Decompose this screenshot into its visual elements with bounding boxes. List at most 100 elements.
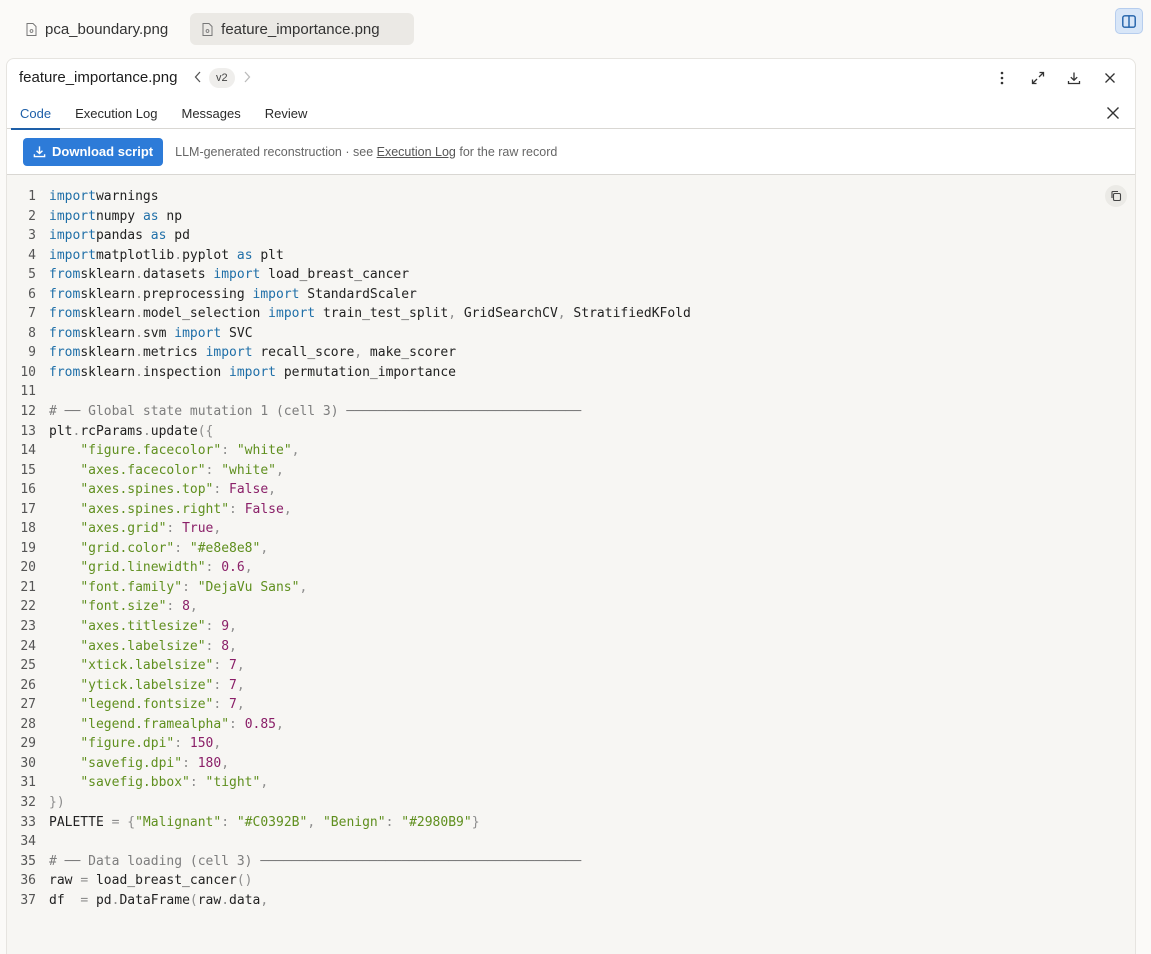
line-number: 3 [28, 228, 36, 244]
panel-header: feature_importance.png v2 [7, 59, 1135, 97]
code-line: 10 fromsklearn.inspection import permutat… [7, 363, 691, 383]
more-options-button[interactable] [991, 67, 1013, 89]
code-text: "figure.facecolor": "white", [80, 443, 300, 459]
artifact-panel: feature_importance.png v2 Code Execution… [6, 58, 1136, 954]
file-tab-pca-boundary[interactable]: pca_boundary.png [14, 13, 180, 45]
copy-code-button[interactable] [1105, 185, 1127, 207]
line-number: 19 [20, 540, 36, 556]
line-number: 4 [28, 247, 36, 263]
code-line: 9 fromsklearn.metrics import recall_score… [7, 343, 691, 363]
close-panel-button[interactable] [1099, 67, 1121, 89]
close-icon [1105, 73, 1115, 83]
code-viewer: 1 importwarnings 2 importnumpy as np 3 import… [7, 175, 1135, 954]
code-text: fromsklearn.metrics import recall_score,… [49, 345, 457, 361]
download-script-label: Download script [52, 144, 154, 159]
code-text: "savefig.bbox": "tight", [80, 775, 269, 791]
line-number: 7 [28, 306, 36, 322]
code-text: # ── Data loading (cell 3) ─────────────… [49, 853, 582, 869]
tab-review[interactable]: Review [256, 97, 317, 129]
line-number: 16 [20, 482, 36, 498]
line-number: 34 [20, 834, 36, 850]
file-icon [26, 22, 37, 36]
code-line: 16 "axes.spines.top": False, [7, 480, 691, 500]
code-text: df = pd.DataFrame(raw.data, [49, 892, 269, 908]
code-text: "legend.framealpha": 0.85, [80, 716, 284, 732]
expand-button[interactable] [1027, 67, 1049, 89]
action-bar: Download script LLM-generated reconstruc… [7, 129, 1135, 175]
file-icon [202, 22, 213, 36]
code-text: importnumpy as np [49, 208, 183, 224]
download-button[interactable] [1063, 67, 1085, 89]
next-version-button[interactable] [241, 67, 253, 92]
code-line: 17 "axes.spines.right": False, [7, 500, 691, 520]
line-number: 29 [20, 736, 36, 752]
line-number: 14 [20, 443, 36, 459]
code-text: "font.size": 8, [80, 599, 198, 615]
code-text: "savefig.dpi": 180, [80, 755, 230, 771]
note-suffix: for the raw record [459, 144, 558, 159]
chevron-right-icon [244, 71, 251, 83]
code-text: "figure.dpi": 150, [80, 736, 222, 752]
code-text: fromsklearn.preprocessing import Standar… [49, 286, 417, 302]
expand-icon [1031, 71, 1045, 85]
note-prefix: LLM-generated reconstruction · see [175, 144, 374, 159]
download-script-button[interactable]: Download script [23, 137, 164, 166]
tab-messages[interactable]: Messages [172, 97, 249, 129]
code-line: 4 importmatplotlib.pyplot as plt [7, 246, 691, 266]
code-line: 15 "axes.facecolor": "white", [7, 461, 691, 481]
line-number: 17 [20, 501, 36, 517]
line-number: 18 [20, 521, 36, 537]
line-number: 1 [28, 189, 36, 204]
more-vertical-icon [1000, 71, 1004, 85]
line-number: 22 [20, 599, 36, 615]
code-text: "grid.color": "#e8e8e8", [80, 540, 269, 556]
line-number: 15 [20, 462, 36, 478]
chevron-left-icon [194, 71, 201, 83]
code-text: fromsklearn.inspection import permutatio… [49, 364, 457, 380]
split-view-button[interactable] [1115, 8, 1143, 34]
previous-version-button[interactable] [192, 67, 204, 92]
code-text: "legend.fontsize": 7, [80, 697, 245, 713]
close-tabs-button[interactable] [1103, 103, 1123, 123]
code-line: 7 fromsklearn.model_selection import trai… [7, 304, 691, 324]
code-line: 23 "axes.titlesize": 9, [7, 617, 691, 637]
file-tab-feature-importance[interactable]: feature_importance.png [190, 13, 415, 45]
tab-execution-log[interactable]: Execution Log [66, 97, 166, 129]
line-number: 9 [28, 345, 36, 361]
line-number: 36 [20, 873, 36, 889]
panel-tabs: Code Execution Log Messages Review [7, 97, 1135, 130]
code-line: 33 PALETTE = {"Malignant": "#C0392B", "Be… [7, 813, 691, 833]
code-line: 5 fromsklearn.datasets import load_breast… [7, 265, 691, 285]
code-text: PALETTE = {"Malignant": "#C0392B", "Beni… [49, 814, 480, 830]
code-text: "ytick.labelsize": 7, [80, 677, 245, 693]
code-text: "axes.spines.right": False, [80, 501, 292, 517]
code-text: }) [49, 794, 65, 810]
code-line: 36 raw = load_breast_cancer() [7, 871, 691, 891]
code-text: "axes.grid": True, [80, 521, 222, 537]
code-line: 21 "font.family": "DejaVu Sans", [7, 578, 691, 598]
code-text: "xtick.labelsize": 7, [80, 658, 245, 674]
code-line: 14 "figure.facecolor": "white", [7, 441, 691, 461]
execution-log-link[interactable]: Execution Log [377, 145, 456, 159]
tab-code[interactable]: Code [11, 97, 61, 130]
download-icon [33, 146, 46, 158]
code-line: 3 importpandas as pd [7, 226, 691, 246]
reconstruction-note: LLM-generated reconstruction · see Execu… [175, 145, 557, 159]
code-line: 32}) [7, 793, 691, 813]
code-text: "font.family": "DejaVu Sans", [80, 579, 308, 595]
code-text: fromsklearn.datasets import load_breast_… [49, 267, 410, 283]
code-line: 22 "font.size": 8, [7, 597, 691, 617]
code-text: importmatplotlib.pyplot as plt [49, 247, 284, 263]
line-number: 20 [20, 560, 36, 576]
code-line: 24 "axes.labelsize": 8, [7, 637, 691, 657]
line-number: 23 [20, 619, 36, 635]
code-text: plt.rcParams.update({ [49, 423, 214, 439]
download-icon [1067, 72, 1081, 85]
line-number: 30 [20, 755, 36, 771]
code-line: 6 fromsklearn.preprocessing import Standa… [7, 285, 691, 305]
code-line: 8 fromsklearn.svm import SVC [7, 324, 691, 344]
code-text: fromsklearn.model_selection import train… [49, 306, 691, 322]
code-line: 26 "ytick.labelsize": 7, [7, 676, 691, 696]
line-number: 31 [20, 775, 36, 791]
file-tab-bar: pca_boundary.png feature_importance.png [14, 13, 415, 45]
